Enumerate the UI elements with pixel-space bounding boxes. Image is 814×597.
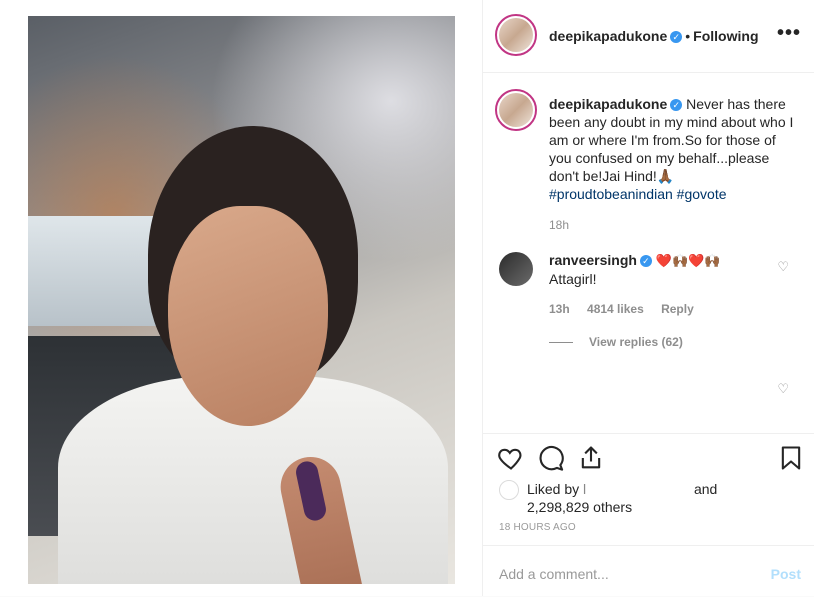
caption-author-link[interactable]: deepikapadukone: [549, 96, 667, 112]
separator-dot: •: [685, 28, 691, 44]
comment-meta: 13h 4814 likes Reply: [549, 302, 708, 316]
liked-by-summary[interactable]: Liked by l and 2,298,829 others: [527, 480, 717, 516]
comment-text: Attagirl!: [549, 271, 597, 287]
likes-count-others[interactable]: 2,298,829 others: [527, 499, 632, 515]
like-comment-heart-icon-2[interactable]: ♡: [777, 381, 789, 397]
verified-badge-icon: ✓: [670, 31, 683, 44]
comment-timestamp[interactable]: 13h: [549, 302, 570, 316]
post-media-area: [0, 0, 482, 596]
like-comment-heart-icon[interactable]: ♡: [777, 259, 789, 275]
replies-line-divider: [549, 342, 573, 344]
following-button[interactable]: Following: [693, 28, 758, 44]
post-timestamp[interactable]: 18 HOURS AGO: [499, 522, 576, 533]
post-side-panel: deepikapadukone ✓ • Following ••• deepikapa…: [482, 0, 814, 596]
photo-face: [168, 206, 328, 426]
view-replies-label: View replies (62): [589, 335, 683, 349]
caption-hashtags[interactable]: #proudtobeanindian #govote: [549, 186, 727, 202]
add-comment-bar: Add a comment... Post: [483, 545, 814, 597]
comment-reply-button[interactable]: Reply: [661, 302, 694, 316]
view-replies-button[interactable]: View replies (62): [549, 335, 683, 349]
comment-emojis: ❤️🙌🏾❤️🙌🏾: [655, 253, 721, 268]
caption-timestamp[interactable]: 18h: [549, 218, 569, 232]
comment-item: ranveersingh ✓ ❤️🙌🏾❤️🙌🏾 Attagirl!: [549, 251, 779, 288]
post-actions: Liked by l and 2,298,829 others 18 HOURS…: [483, 433, 814, 546]
author-username-link[interactable]: deepikapadukone: [549, 28, 667, 44]
save-bookmark-icon[interactable]: [777, 444, 805, 472]
liked-by-prefix: Liked by: [527, 481, 580, 497]
comment-bubble-icon[interactable]: [537, 444, 565, 472]
verified-badge-icon: ✓: [670, 99, 683, 112]
comment-likes-count[interactable]: 4814 likes: [587, 302, 644, 316]
liked-by-user[interactable]: l: [583, 481, 586, 497]
comments-section[interactable]: deepikapadukone ✓ Never has there been an…: [483, 73, 814, 433]
commenter-username-link[interactable]: ranveersingh: [549, 252, 637, 268]
post-comment-button[interactable]: Post: [771, 566, 801, 582]
author-avatar[interactable]: [495, 14, 537, 56]
like-heart-icon[interactable]: [497, 444, 525, 472]
header-author: deepikapadukone ✓ • Following: [549, 28, 759, 44]
commenter-avatar[interactable]: [499, 252, 533, 286]
more-options-icon[interactable]: •••: [777, 22, 801, 45]
verified-badge-icon: ✓: [639, 255, 652, 268]
post-header: deepikapadukone ✓ • Following •••: [483, 0, 814, 73]
share-icon[interactable]: [577, 444, 605, 472]
add-comment-input[interactable]: Add a comment...: [499, 566, 609, 582]
caption: deepikapadukone ✓ Never has there been an…: [549, 95, 799, 203]
liked-by-avatar[interactable]: [499, 480, 519, 500]
liked-by-and: and: [693, 481, 718, 497]
post-photo[interactable]: [28, 16, 455, 584]
caption-author-avatar[interactable]: [495, 89, 537, 131]
